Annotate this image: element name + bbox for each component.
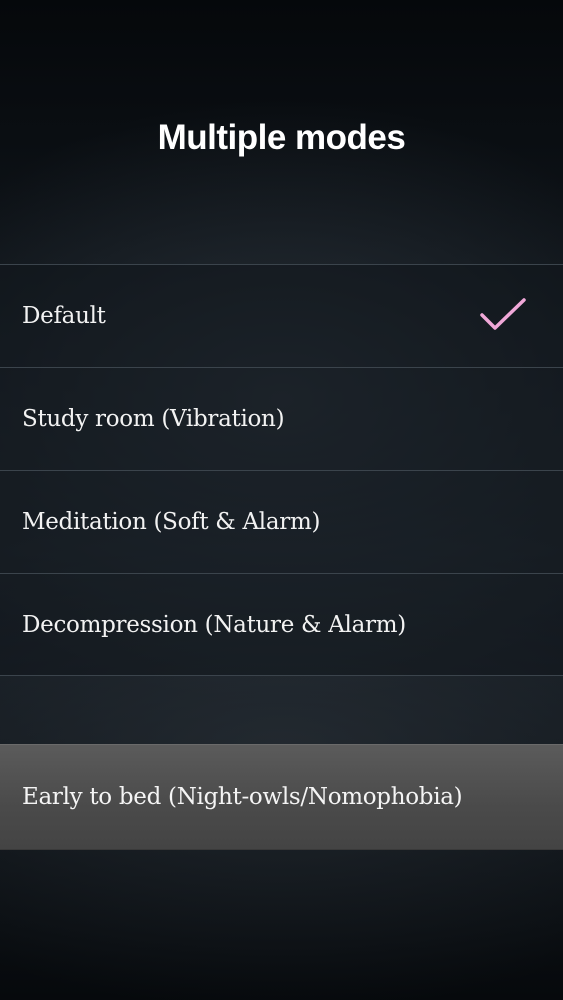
- mode-item-early-to-bed[interactable]: Early to bed (Night-owls/Nomophobia): [0, 744, 563, 850]
- mode-list: Default Study room (Vibration) Meditatio…: [0, 264, 563, 676]
- mode-item-label: Study room (Vibration): [22, 406, 285, 432]
- mode-item-label: Default: [22, 303, 106, 329]
- mode-item-default[interactable]: Default: [0, 264, 563, 367]
- page-title: Multiple modes: [157, 118, 406, 157]
- mode-item-label: Early to bed (Night-owls/Nomophobia): [22, 784, 463, 810]
- mode-item-meditation[interactable]: Meditation (Soft & Alarm): [0, 470, 563, 573]
- checkmark-icon: [480, 298, 526, 330]
- mode-item-decompression[interactable]: Decompression (Nature & Alarm): [0, 573, 563, 676]
- mode-item-label: Decompression (Nature & Alarm): [22, 611, 406, 638]
- mode-item-study-room[interactable]: Study room (Vibration): [0, 367, 563, 470]
- mode-item-label: Meditation (Soft & Alarm): [22, 509, 321, 535]
